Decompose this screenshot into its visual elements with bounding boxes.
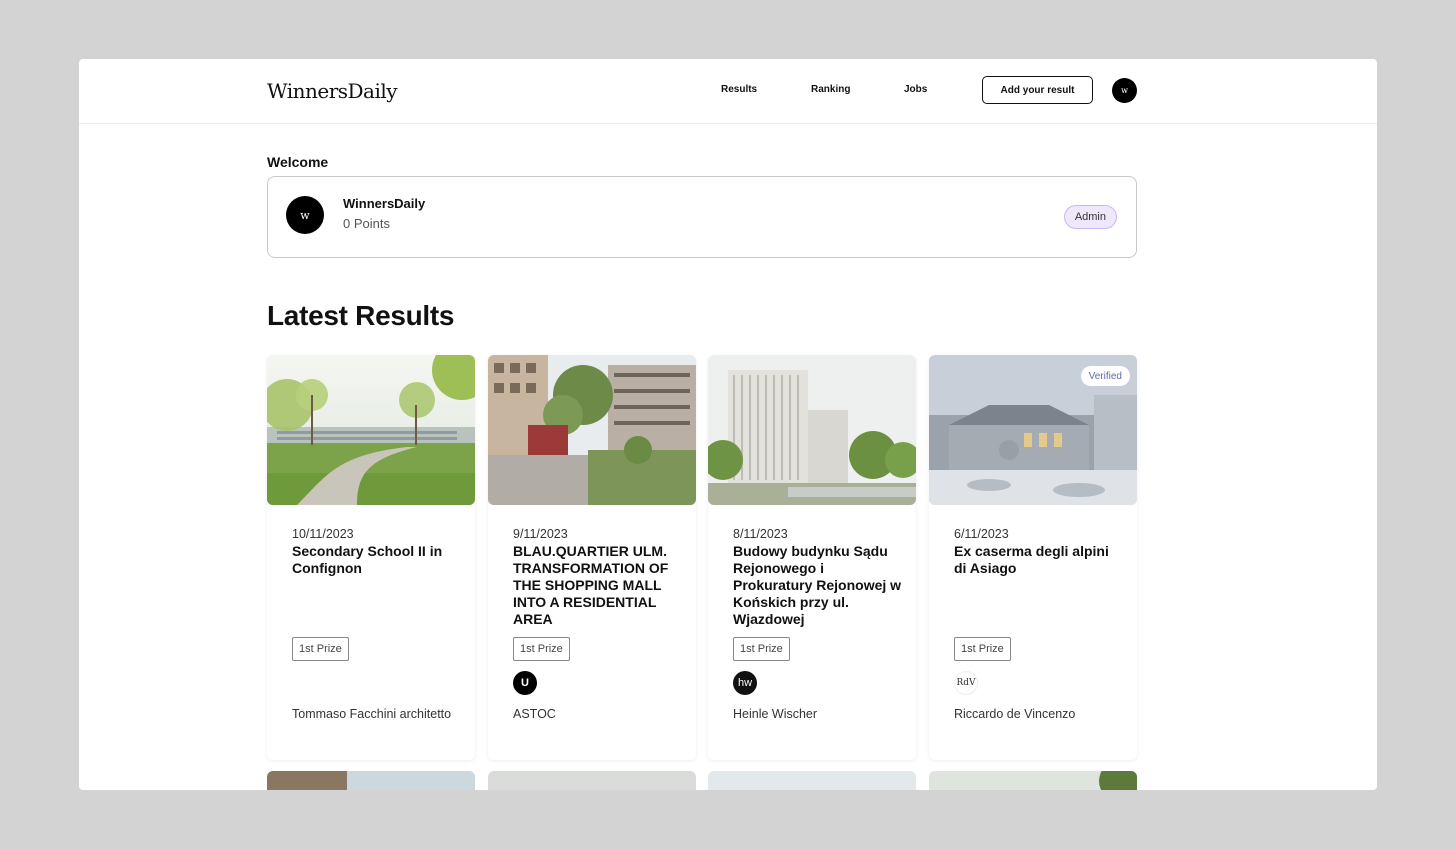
prize-tag: 1st Prize xyxy=(733,637,790,661)
role-badge: Admin xyxy=(1063,205,1117,229)
result-card-peek[interactable] xyxy=(267,771,475,790)
result-card[interactable]: 9/11/2023 BLAU.QUARTIER ULM. TRANSFORMAT… xyxy=(488,355,696,760)
result-image xyxy=(708,355,916,505)
section-title: Latest Results xyxy=(267,300,455,331)
nav-jobs[interactable]: Jobs xyxy=(904,84,927,95)
author-logo-icon: hw xyxy=(733,671,757,695)
result-date: 8/11/2023 xyxy=(733,527,788,541)
result-date: 9/11/2023 xyxy=(513,527,568,541)
author-logo-icon: U xyxy=(513,671,537,695)
result-title[interactable]: Budowy budynku Sądu Rejonowego i Prokura… xyxy=(733,543,903,628)
author-name[interactable]: Heinle Wischer xyxy=(733,705,903,724)
prize-tag: 1st Prize xyxy=(513,637,570,661)
result-title[interactable]: BLAU.QUARTIER ULM. TRANSFORMATION OF THE… xyxy=(513,543,683,628)
result-card[interactable]: 10/11/2023 Secondary School II in Config… xyxy=(267,355,475,760)
result-title[interactable]: Ex caserma degli alpini di Asiago xyxy=(954,543,1124,577)
result-image xyxy=(267,355,475,505)
result-image xyxy=(488,355,696,505)
author-logo-icon: RdV xyxy=(954,671,978,695)
result-card[interactable]: Verified 6/11/2023 Ex caserma degli alpi… xyxy=(929,355,1137,760)
verified-badge: Verified xyxy=(1080,366,1130,386)
profile-name: WinnersDaily xyxy=(343,196,426,211)
result-date: 10/11/2023 xyxy=(292,527,354,541)
profile-avatar: w xyxy=(286,196,324,234)
author-name[interactable]: Riccardo de Vincenzo xyxy=(954,705,1124,724)
author-name[interactable]: Tommaso Facchini architetto xyxy=(292,705,462,724)
site-logo[interactable]: WinnersDaily xyxy=(267,79,398,103)
prize-tag: 1st Prize xyxy=(292,637,349,661)
result-card[interactable]: 8/11/2023 Budowy budynku Sądu Rejonowego… xyxy=(708,355,916,760)
browser-window: WinnersDaily Results Ranking Jobs Add yo… xyxy=(79,59,1377,790)
result-card-peek[interactable] xyxy=(929,771,1137,790)
welcome-heading: Welcome xyxy=(267,154,329,170)
profile-points: 0 Points xyxy=(343,216,390,231)
site-header: WinnersDaily Results Ranking Jobs Add yo… xyxy=(79,59,1377,124)
prize-tag: 1st Prize xyxy=(954,637,1011,661)
add-result-button[interactable]: Add your result xyxy=(982,76,1093,104)
user-avatar[interactable]: w xyxy=(1112,78,1137,103)
author-name[interactable]: ASTOC xyxy=(513,705,683,724)
result-date: 6/11/2023 xyxy=(954,527,1009,541)
profile-card: w WinnersDaily 0 Points Admin xyxy=(267,176,1137,258)
result-card-peek[interactable] xyxy=(708,771,916,790)
result-title[interactable]: Secondary School II in Confignon xyxy=(292,543,462,577)
nav-ranking[interactable]: Ranking xyxy=(811,84,850,95)
result-image: Verified xyxy=(929,355,1137,505)
result-card-peek[interactable] xyxy=(488,771,696,790)
nav-results[interactable]: Results xyxy=(721,84,757,95)
